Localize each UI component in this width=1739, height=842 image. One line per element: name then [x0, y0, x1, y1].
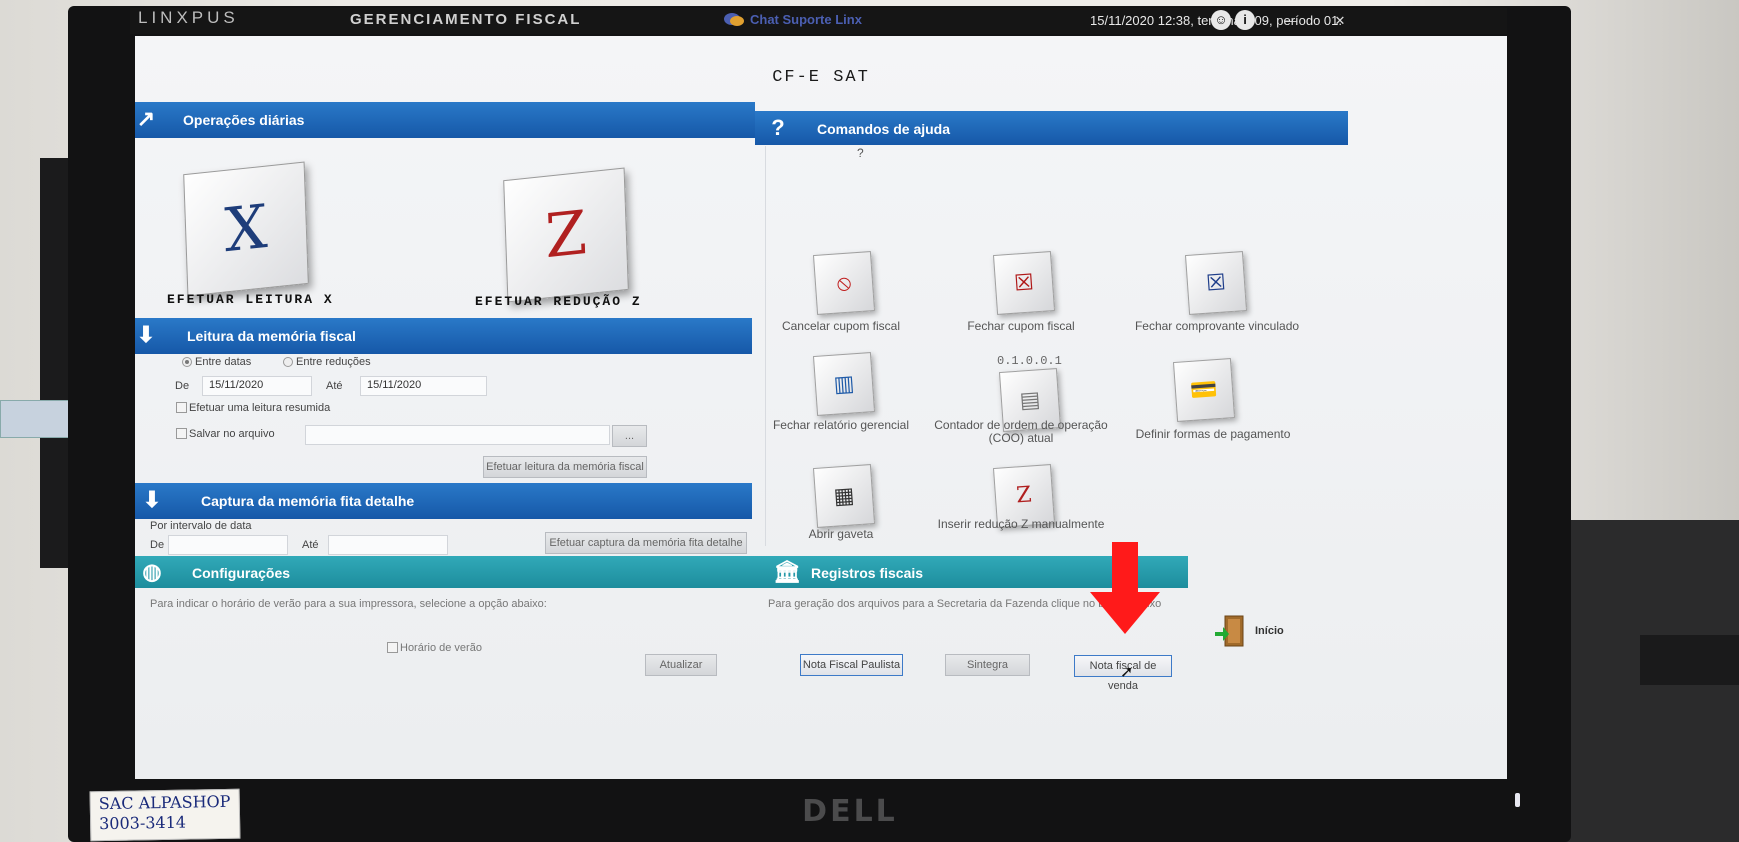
- close-report-icon[interactable]: ▥: [812, 352, 876, 416]
- leitura-x-label[interactable]: EFETUAR LEITURA X: [167, 292, 334, 307]
- sticky-line-2: 3003-3414: [98, 812, 187, 834]
- run-capture-button[interactable]: Efetuar captura da memória fita detalhe: [545, 532, 747, 554]
- from-date-field[interactable]: 15/11/2020: [202, 376, 312, 396]
- leitura-x-tile[interactable]: X: [183, 161, 309, 297]
- capture-interval-label: Por intervalo de data: [150, 520, 252, 532]
- info-icon[interactable]: i: [1235, 10, 1255, 30]
- home-label[interactable]: Início: [1255, 625, 1284, 637]
- help-cmd-close-coupon[interactable]: Fechar cupom fiscal: [921, 320, 1121, 333]
- payment-methods-icon[interactable]: 💳: [1172, 358, 1236, 422]
- sticky-line-1: SAC ALPASHOP: [98, 791, 231, 814]
- help-cmd-close-report[interactable]: Fechar relatório gerencial: [741, 419, 941, 432]
- save-file-checkbox[interactable]: [176, 428, 187, 439]
- summary-checkbox-label: Efetuar uma leitura resumida: [189, 402, 331, 414]
- section-capture: ⬇ Captura da memória fita detalhe: [135, 483, 752, 519]
- open-drawer-icon[interactable]: ▦: [812, 464, 876, 528]
- section-registers-label: Registros fiscais: [811, 565, 924, 581]
- section-help: ? Comandos de ajuda: [755, 111, 1348, 145]
- page-title: CF-E SAT: [772, 68, 870, 87]
- sintegra-button[interactable]: Sintegra: [945, 654, 1030, 676]
- from-label: De: [175, 380, 190, 392]
- help-cmd-cancel-coupon[interactable]: Cancelar cupom fiscal: [741, 320, 941, 333]
- browse-button[interactable]: ...: [612, 425, 647, 447]
- close-voucher-icon[interactable]: ☒: [1184, 251, 1248, 315]
- cancel-coupon-icon[interactable]: ⦸: [812, 251, 876, 315]
- radio-between-reductions[interactable]: [283, 357, 293, 367]
- capture-to-field[interactable]: [328, 535, 448, 555]
- building-icon: 🏛: [773, 559, 801, 584]
- section-memory-read-label: Leitura da memória fiscal: [187, 328, 356, 344]
- chat-support-link[interactable]: Chat Suporte Linx: [750, 12, 862, 27]
- help-cmd-insert-reduction-z[interactable]: Inserir redução Z manualmente: [921, 518, 1121, 531]
- update-button[interactable]: Atualizar: [645, 654, 717, 676]
- run-memory-read-button[interactable]: Efetuar leitura da memória fiscal: [483, 456, 647, 478]
- sticky-note: SAC ALPASHOP 3003-3414: [89, 788, 241, 842]
- user-face-icon[interactable]: ☺: [1211, 10, 1231, 30]
- arrow-up-right-icon: ↗: [136, 106, 156, 131]
- help-cmd-close-voucher[interactable]: Fechar comprovante vinculado: [1117, 320, 1317, 333]
- to-label: Até: [326, 380, 343, 392]
- help-cursor-icon: ?: [857, 146, 864, 160]
- summary-checkbox[interactable]: [176, 402, 187, 413]
- dst-checkbox[interactable]: [387, 642, 398, 653]
- close-coupon-icon[interactable]: ☒: [992, 251, 1056, 315]
- section-capture-label: Captura da memória fita detalhe: [201, 493, 415, 509]
- window-title: GERENCIAMENTO FISCAL: [350, 11, 582, 28]
- nota-fiscal-paulista-button[interactable]: Nota Fiscal Paulista: [800, 654, 903, 676]
- section-config: ◍ Configurações: [135, 556, 764, 588]
- dst-checkbox-label: Horário de verão: [400, 642, 482, 654]
- mouse-cursor-icon: ➚: [1120, 664, 1134, 681]
- leitura-x-letter: X: [223, 191, 269, 267]
- radio-between-reductions-label: Entre reduções: [296, 356, 371, 368]
- reducao-z-label[interactable]: EFETUAR REDUÇÃO Z: [475, 294, 642, 309]
- vertical-divider: [765, 146, 766, 546]
- desk-equipment-top: [1640, 635, 1739, 685]
- help-cmd-payment-methods[interactable]: Definir formas de pagamento: [1113, 428, 1313, 441]
- capture-from-label: De: [150, 539, 165, 551]
- title-bar: LINXPUS GERENCIAMENTO FISCAL Chat Suport…: [130, 8, 1507, 34]
- chat-icon[interactable]: [723, 11, 745, 29]
- home-door-icon[interactable]: [1213, 614, 1247, 648]
- close-button[interactable]: ✕: [1327, 8, 1353, 34]
- help-cmd-open-drawer[interactable]: Abrir gaveta: [741, 528, 941, 541]
- radio-between-dates[interactable]: [182, 357, 192, 367]
- save-file-checkbox-label: Salvar no arquivo: [189, 428, 275, 440]
- question-icon: ?: [771, 115, 785, 140]
- help-cmd-coo-counter[interactable]: Contador de ordem de operação (COO) atua…: [921, 419, 1121, 445]
- save-file-path-field[interactable]: [305, 425, 610, 445]
- section-daily-ops-label: Operações diárias: [183, 112, 305, 128]
- coo-counter-display: 0.1.0.0.1: [997, 354, 1062, 368]
- capture-from-field[interactable]: [168, 535, 288, 555]
- cable-bundle: [0, 400, 72, 438]
- reducao-z-tile[interactable]: Z: [503, 167, 629, 303]
- arrow-down-icon: ⬇: [142, 487, 162, 512]
- reducao-z-letter: Z: [544, 197, 588, 273]
- section-help-label: Comandos de ajuda: [817, 121, 951, 137]
- section-config-label: Configurações: [192, 565, 291, 581]
- left-stand: [40, 158, 70, 568]
- monitor-brand-logo: DELL: [802, 794, 898, 829]
- app-logo: LINXPUS: [138, 8, 239, 27]
- capture-to-label: Até: [302, 539, 319, 551]
- radio-between-dates-label: Entre datas: [195, 356, 252, 368]
- section-memory-read: ⬇ Leitura da memória fiscal: [135, 318, 752, 354]
- arrow-down-icon: ⬇: [136, 322, 156, 347]
- minimize-button[interactable]: —: [1278, 8, 1304, 34]
- globe-icon: ◍: [142, 559, 162, 584]
- config-description: Para indicar o horário de verão para a s…: [150, 598, 547, 610]
- main-screen: CF-E SAT ↗ Operações diárias X EFETUAR L…: [135, 36, 1507, 779]
- section-daily-ops: ↗ Operações diárias: [135, 102, 755, 138]
- power-led: [1515, 793, 1520, 807]
- to-date-field[interactable]: 15/11/2020: [360, 376, 487, 396]
- red-arrow-annotation: [1090, 542, 1160, 639]
